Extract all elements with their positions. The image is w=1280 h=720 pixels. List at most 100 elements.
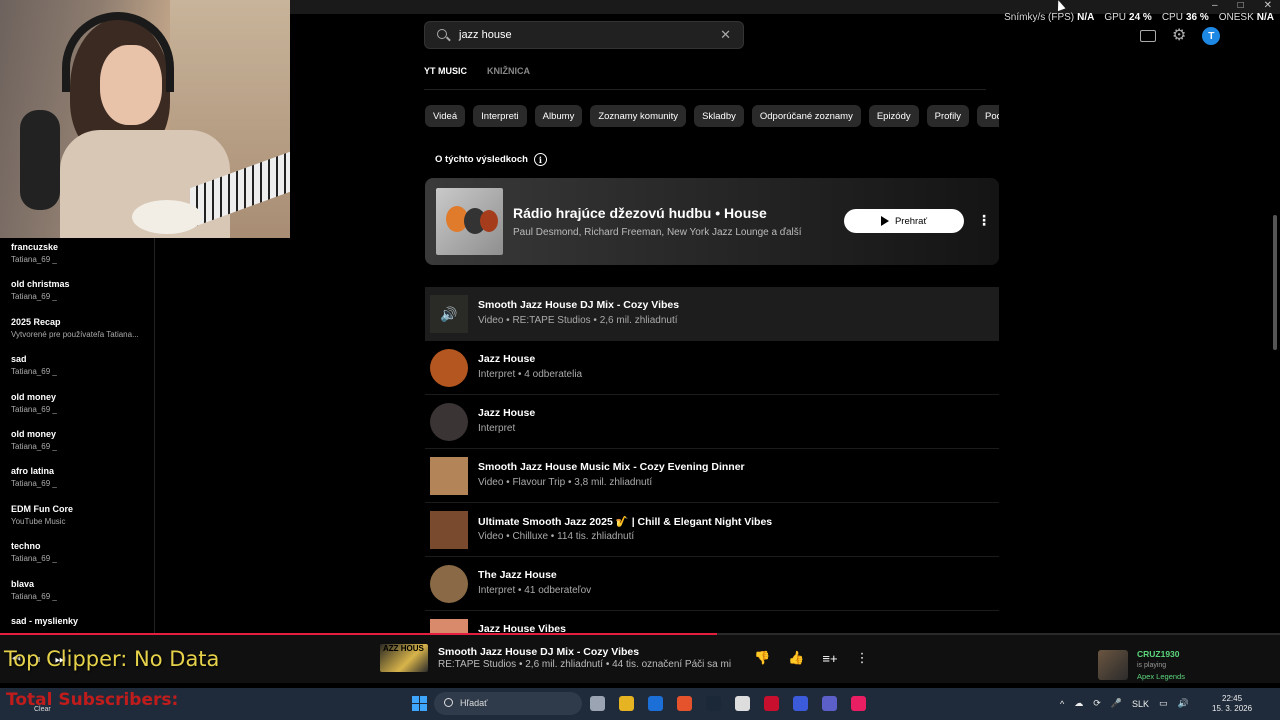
- play-icon: [880, 216, 889, 226]
- result-row[interactable]: Ultimate Smooth Jazz 2025 🎷 | Chill & El…: [425, 503, 999, 557]
- avatar[interactable]: T: [1202, 27, 1221, 45]
- sidebar-playlist-item[interactable]: old christmas Tatiana_69 _: [0, 275, 154, 312]
- filter-chip[interactable]: Skladby: [694, 105, 744, 127]
- gamer-name: CRUZ1930: [1137, 649, 1180, 659]
- sidebar-playlist-item[interactable]: blava Tatiana_69 _: [0, 575, 154, 612]
- top-result-thumbnail: [436, 188, 503, 255]
- playlist-owner: Tatiana_69 _: [11, 591, 57, 601]
- language-indicator[interactable]: SLK: [1132, 699, 1149, 709]
- add-to-queue-icon[interactable]: ≡+: [822, 651, 837, 666]
- volume-icon[interactable]: 🔊: [1178, 698, 1189, 709]
- sidebar-playlist-item[interactable]: EDM Fun Core YouTube Music: [0, 500, 154, 537]
- result-row[interactable]: Jazz House Vibes: [425, 611, 999, 634]
- filter-chip[interactable]: Interpreti: [473, 105, 527, 127]
- maximize-button[interactable]: □: [1238, 0, 1244, 11]
- result-thumbnail: [430, 403, 468, 441]
- filter-chip[interactable]: Epizódy: [868, 105, 919, 127]
- webcam-cup: [132, 200, 202, 234]
- taskbar-app-icon[interactable]: [706, 696, 721, 711]
- search-input[interactable]: jazz house: [459, 29, 512, 41]
- gear-icon[interactable]: ⚙: [1172, 28, 1186, 44]
- result-row[interactable]: The Jazz House Interpret • 41 odberateľov: [425, 557, 999, 611]
- sidebar-playlist-item[interactable]: 2025 Recap Vytvorené pre používateľa Tat…: [0, 313, 154, 350]
- chevron-up-icon[interactable]: ^: [1060, 699, 1064, 709]
- result-title[interactable]: Smooth Jazz House Music Mix - Cozy Eveni…: [478, 461, 745, 473]
- cast-icon[interactable]: [1140, 30, 1156, 42]
- sidebar-playlists: francuzske Tatiana_69 _ old christmas Tat…: [0, 238, 155, 633]
- result-title[interactable]: Ultimate Smooth Jazz 2025 🎷 | Chill & El…: [478, 515, 772, 528]
- more-vert-icon[interactable]: ⋮: [977, 212, 991, 228]
- taskbar-app-icon[interactable]: [764, 696, 779, 711]
- taskbar-app-icon[interactable]: [677, 696, 692, 711]
- result-thumbnail: [430, 457, 468, 495]
- sync-icon[interactable]: ⟳: [1093, 698, 1101, 709]
- play-button[interactable]: Prehrať: [844, 209, 964, 233]
- result-meta: Interpret • 41 odberateľov: [478, 585, 592, 596]
- windows-logo-pane: [420, 696, 427, 703]
- search-icon: [444, 698, 453, 707]
- window-controls: – □ ✕: [1212, 0, 1272, 11]
- webcam-microphone: [20, 110, 60, 210]
- result-row[interactable]: Jazz House Interpret • 4 odberatelia: [425, 341, 999, 395]
- sidebar-playlist-item[interactable]: francuzske Tatiana_69 _: [0, 238, 154, 275]
- result-title[interactable]: Jazz House: [478, 353, 535, 365]
- taskbar-app-icon[interactable]: [822, 696, 837, 711]
- playlist-title: afro latina: [11, 466, 55, 477]
- now-playing-title[interactable]: Smooth Jazz House DJ Mix - Cozy Vibes: [438, 646, 639, 658]
- sidebar-playlist-item[interactable]: sad Tatiana_69 _: [0, 350, 154, 387]
- sidebar-playlist-item[interactable]: old money Tatiana_69 _: [0, 388, 154, 425]
- network-icon[interactable]: ▭: [1159, 698, 1168, 709]
- filter-chip[interactable]: Profily: [926, 105, 970, 127]
- windows-logo-pane: [412, 704, 419, 711]
- result-title[interactable]: Smooth Jazz House DJ Mix - Cozy Vibes: [478, 299, 679, 311]
- result-thumbnail: [430, 511, 468, 549]
- top-result-subtitle: Paul Desmond, Richard Freeman, New York …: [513, 227, 802, 238]
- filter-chip[interactable]: Odporúčané zoznamy: [751, 105, 861, 127]
- result-row[interactable]: Smooth Jazz House Music Mix - Cozy Eveni…: [425, 449, 999, 503]
- filter-chip[interactable]: Albumy: [534, 105, 583, 127]
- filter-chip[interactable]: Videá: [425, 105, 466, 127]
- close-button[interactable]: ✕: [1264, 0, 1272, 11]
- top-result-card[interactable]: Rádio hrajúce džezovú hudbu • House Paul…: [425, 178, 999, 265]
- filter-chip[interactable]: Podc: [977, 105, 999, 127]
- top-result-title[interactable]: Rádio hrajúce džezovú hudbu • House: [513, 205, 767, 221]
- about-results[interactable]: O týchto výsledkoch i: [435, 153, 547, 166]
- start-button[interactable]: [412, 696, 427, 711]
- taskbar-app-icon[interactable]: [590, 696, 605, 711]
- result-title[interactable]: The Jazz House: [478, 569, 557, 581]
- result-row[interactable]: Jazz House Interpret: [425, 395, 999, 449]
- mic-icon[interactable]: 🎤: [1111, 698, 1122, 709]
- info-icon[interactable]: i: [533, 153, 547, 166]
- sidebar-playlist-item[interactable]: techno Tatiana_69 _: [0, 537, 154, 574]
- more-vert-icon[interactable]: ⋮: [856, 650, 869, 666]
- search-bar[interactable]: jazz house ✕: [424, 21, 744, 49]
- result-title[interactable]: Jazz House: [478, 407, 535, 419]
- onedrive-icon[interactable]: ☁: [1074, 698, 1083, 709]
- windows-logo-pane: [412, 696, 419, 703]
- tab-yt-music[interactable]: YT MUSIC: [424, 66, 467, 89]
- taskbar-search-label: Hľadať: [460, 698, 488, 708]
- taskbar-search[interactable]: Hľadať: [434, 692, 582, 715]
- like-icon[interactable]: 👍: [788, 650, 804, 666]
- playlist-owner: Tatiana_69 _: [11, 404, 57, 414]
- minimize-button[interactable]: –: [1212, 0, 1218, 11]
- now-playing-thumbnail: AZZ HOUS: [380, 644, 428, 672]
- progress-bar[interactable]: [0, 633, 1280, 635]
- search-icon: [437, 29, 447, 39]
- taskbar-app-icon[interactable]: [648, 696, 663, 711]
- dislike-icon[interactable]: 👎: [754, 650, 770, 666]
- clear-search-icon[interactable]: ✕: [720, 27, 731, 43]
- tab-library[interactable]: KNIŽNICA: [487, 66, 530, 89]
- scrollbar-thumb[interactable]: [1273, 215, 1277, 350]
- clock[interactable]: 22:45 15. 3. 2026: [1212, 694, 1252, 714]
- taskbar-app-icon[interactable]: [793, 696, 808, 711]
- taskbar-app-icon[interactable]: [851, 696, 866, 711]
- taskbar-app-icon[interactable]: [619, 696, 634, 711]
- taskbar-app-icon[interactable]: [735, 696, 750, 711]
- sidebar-playlist-item[interactable]: old money Tatiana_69 _: [0, 425, 154, 462]
- sidebar-playlist-item[interactable]: afro latina Tatiana_69 _: [0, 462, 154, 499]
- result-row[interactable]: 🔊 Smooth Jazz House DJ Mix - Cozy Vibes Vi…: [425, 287, 999, 341]
- scrollbar[interactable]: [1271, 20, 1279, 350]
- gamer-avatar: [1098, 650, 1128, 680]
- filter-chip[interactable]: Zoznamy komunity: [590, 105, 687, 127]
